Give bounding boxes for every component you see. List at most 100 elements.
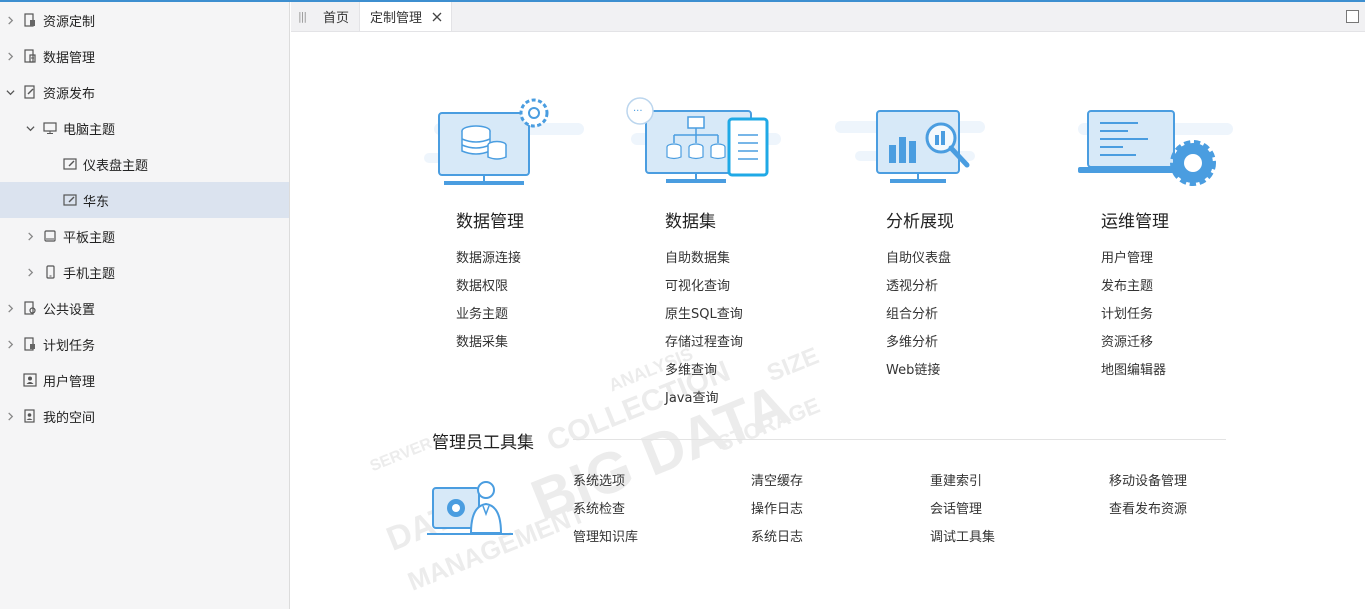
link-system-check[interactable]: 系统检查 — [573, 496, 638, 524]
link-data-collection[interactable]: 数据采集 — [456, 329, 624, 357]
resource-custom-icon — [22, 12, 38, 28]
svg-text:SERVER: SERVER — [368, 435, 435, 475]
link-native-sql-query[interactable]: 原生SQL查询 — [665, 301, 826, 329]
sidebar-item-dashboard-theme[interactable]: 仪表盘主题 — [0, 146, 289, 182]
link-web-link[interactable]: Web链接 — [886, 357, 1035, 385]
link-view-published-resources[interactable]: 查看发布资源 — [1109, 496, 1187, 524]
chevron-right-icon[interactable] — [24, 230, 36, 242]
chevron-right-icon[interactable] — [4, 302, 16, 314]
chevron-down-icon[interactable] — [24, 122, 36, 134]
sidebar: 资源定制 数据管理 资源发布 电脑主题 仪表盘主题 华东 平板主题 手机主题 公… — [0, 2, 290, 609]
chevron-right-icon[interactable] — [4, 14, 16, 26]
tab-custom-management[interactable]: 定制管理 — [359, 2, 453, 31]
sidebar-item-label: 资源发布 — [43, 86, 96, 102]
link-self-service-dataset[interactable]: 自助数据集 — [665, 245, 826, 273]
sidebar-item-public-settings[interactable]: 公共设置 — [0, 290, 289, 326]
link-java-query[interactable]: Java查询 — [665, 385, 826, 413]
data-management-icon — [22, 48, 38, 64]
link-multidimensional-query[interactable]: 多维查询 — [665, 357, 826, 385]
sidebar-item-data-management[interactable]: 数据管理 — [0, 38, 289, 74]
dataset-illustration: ··· — [626, 97, 781, 183]
sidebar-item-label: 平板主题 — [63, 230, 116, 246]
tab-menu-handle-icon[interactable]: ||| — [291, 2, 313, 31]
sidebar-item-label: 手机主题 — [63, 266, 116, 282]
link-visual-query[interactable]: 可视化查询 — [665, 273, 826, 301]
resource-publish-icon — [22, 84, 38, 100]
sidebar-item-tablet-theme[interactable]: 平板主题 — [0, 218, 289, 254]
public-settings-icon — [22, 300, 38, 316]
sidebar-item-east-china[interactable]: 华东 — [0, 182, 289, 218]
chevron-down-icon[interactable] — [4, 86, 16, 98]
user-management-icon — [22, 372, 38, 388]
svg-text:···: ··· — [633, 106, 643, 117]
sidebar-item-label: 资源定制 — [43, 14, 96, 30]
sidebar-item-scheduled-task[interactable]: 计划任务 — [0, 326, 289, 362]
link-stored-procedure-query[interactable]: 存储过程查询 — [665, 329, 826, 357]
main-content: BIG DATA COLLECTION DATA MANAGEMENT STOR… — [291, 33, 1365, 609]
sidebar-item-resource-custom[interactable]: 资源定制 — [0, 2, 289, 38]
link-resource-migration[interactable]: 资源迁移 — [1101, 329, 1268, 357]
admin-tools-column-3: 重建索引 会话管理 调试工具集 — [930, 468, 995, 552]
link-knowledge-base[interactable]: 管理知识库 — [573, 524, 638, 552]
sidebar-item-label: 仪表盘主题 — [83, 158, 149, 174]
link-publish-theme[interactable]: 发布主题 — [1101, 273, 1268, 301]
link-business-theme[interactable]: 业务主题 — [456, 301, 624, 329]
link-map-editor[interactable]: 地图编辑器 — [1101, 357, 1268, 385]
admin-tools-column-1: 系统选项 系统检查 管理知识库 — [573, 468, 638, 552]
sidebar-item-label: 公共设置 — [43, 302, 96, 318]
module-data-management: 数据管理 数据源连接 数据权限 业务主题 数据采集 — [424, 93, 624, 357]
dashboard-theme-icon — [62, 156, 78, 172]
admin-tools-column-4: 移动设备管理 查看发布资源 — [1109, 468, 1187, 524]
sidebar-item-label: 数据管理 — [43, 50, 96, 66]
admin-tools-title: 管理员工具集 — [432, 433, 534, 453]
admin-tools-column-2: 清空缓存 操作日志 系统日志 — [751, 468, 803, 552]
link-debug-tools[interactable]: 调试工具集 — [930, 524, 995, 552]
chevron-right-icon[interactable] — [4, 338, 16, 350]
scheduled-task-icon — [22, 336, 38, 352]
chevron-right-icon[interactable] — [4, 50, 16, 62]
link-scheduled-task[interactable]: 计划任务 — [1101, 301, 1268, 329]
link-operation-log[interactable]: 操作日志 — [751, 496, 803, 524]
link-multidimensional-analysis[interactable]: 多维分析 — [886, 329, 1035, 357]
sidebar-item-label: 计划任务 — [43, 338, 96, 354]
sidebar-item-label: 我的空间 — [43, 410, 96, 426]
tab-label: 首页 — [323, 11, 350, 26]
link-combined-analysis[interactable]: 组合分析 — [886, 301, 1035, 329]
maximize-icon[interactable] — [1346, 10, 1359, 23]
divider — [573, 439, 1226, 440]
analysis-illustration — [835, 110, 985, 183]
link-datasource-connection[interactable]: 数据源连接 — [456, 245, 624, 273]
chevron-right-icon[interactable] — [4, 410, 16, 422]
module-analysis: 分析展现 自助仪表盘 透视分析 组合分析 多维分析 Web链接 — [835, 93, 1035, 385]
admin-tools-illustration — [427, 481, 513, 535]
desktop-icon — [42, 120, 58, 136]
link-system-log[interactable]: 系统日志 — [751, 524, 803, 552]
sidebar-item-label: 电脑主题 — [63, 122, 116, 138]
link-user-management[interactable]: 用户管理 — [1101, 245, 1268, 273]
tab-home[interactable]: 首页 — [313, 2, 359, 31]
link-self-service-dashboard[interactable]: 自助仪表盘 — [886, 245, 1035, 273]
close-icon[interactable] — [431, 11, 443, 23]
link-mobile-device-management[interactable]: 移动设备管理 — [1109, 468, 1187, 496]
chevron-right-icon[interactable] — [24, 266, 36, 278]
module-title: 分析展现 — [886, 212, 954, 232]
module-title: 数据管理 — [456, 212, 524, 232]
sidebar-item-user-management[interactable]: 用户管理 — [0, 362, 289, 398]
sidebar-item-my-space[interactable]: 我的空间 — [0, 398, 289, 434]
module-title: 数据集 — [665, 212, 716, 232]
sidebar-item-label: 用户管理 — [43, 374, 96, 390]
sidebar-item-resource-publish[interactable]: 资源发布 — [0, 74, 289, 110]
my-space-icon — [22, 408, 38, 424]
operations-illustration — [1078, 110, 1233, 186]
sidebar-item-phone-theme[interactable]: 手机主题 — [0, 254, 289, 290]
module-title: 运维管理 — [1101, 212, 1169, 232]
link-data-permission[interactable]: 数据权限 — [456, 273, 624, 301]
link-system-options[interactable]: 系统选项 — [573, 468, 638, 496]
link-rebuild-index[interactable]: 重建索引 — [930, 468, 995, 496]
link-session-management[interactable]: 会话管理 — [930, 496, 995, 524]
link-clear-cache[interactable]: 清空缓存 — [751, 468, 803, 496]
sidebar-item-desktop-theme[interactable]: 电脑主题 — [0, 110, 289, 146]
link-pivot-analysis[interactable]: 透视分析 — [886, 273, 1035, 301]
module-operations: 运维管理 用户管理 发布主题 计划任务 资源迁移 地图编辑器 — [1068, 93, 1268, 385]
tab-bar: ||| 首页 定制管理 — [291, 2, 1365, 32]
